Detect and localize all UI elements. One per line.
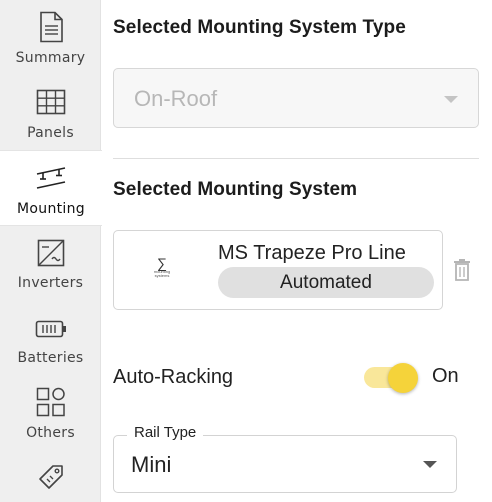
- auto-racking-toggle[interactable]: [362, 363, 418, 393]
- sidebar-item-batteries[interactable]: Batteries: [0, 302, 101, 377]
- sidebar-item-others[interactable]: Others: [0, 377, 101, 452]
- shapes-icon: [36, 387, 65, 417]
- mounting-system-name: MS Trapeze Pro Line: [218, 242, 406, 264]
- mounting-type-value: On-Roof: [134, 86, 218, 111]
- rail-type-value: Mini: [131, 452, 172, 477]
- battery-icon: [35, 320, 66, 338]
- auto-racking-label: Auto-Racking: [113, 366, 234, 388]
- sidebar-item-tag[interactable]: [0, 452, 101, 502]
- sidebar: Summary Panels Mounting Inverters Batter…: [0, 0, 102, 502]
- chevron-down-icon: [423, 461, 437, 468]
- inverter-icon: [37, 239, 64, 267]
- mounting-type-heading: Selected Mounting System Type: [113, 17, 406, 38]
- mounting-system-card[interactable]: ∑ mounting systems MS Trapeze Pro Line Au…: [113, 230, 443, 310]
- mounting-systems-logo: ∑ mounting systems: [153, 255, 171, 278]
- sidebar-item-label: Mounting: [17, 201, 85, 217]
- sidebar-item-label: Inverters: [17, 275, 84, 291]
- grid-panel-icon: [36, 89, 65, 115]
- sidebar-item-label: Panels: [27, 125, 74, 141]
- sidebar-item-mounting[interactable]: Mounting: [0, 150, 102, 226]
- mounting-type-select[interactable]: On-Roof: [113, 68, 479, 128]
- sidebar-item-panels[interactable]: Panels: [0, 75, 101, 150]
- mounting-rail-icon: [36, 167, 66, 189]
- sidebar-item-summary[interactable]: Summary: [0, 0, 101, 75]
- sidebar-item-label: Summary: [15, 50, 86, 66]
- rail-type-select[interactable]: Mini: [113, 435, 457, 493]
- chevron-down-icon: [444, 96, 458, 103]
- sidebar-item-inverters[interactable]: Inverters: [0, 227, 101, 302]
- trash-icon[interactable]: [452, 258, 472, 282]
- automated-badge: Automated: [218, 267, 434, 298]
- sidebar-item-label: Others: [26, 425, 75, 441]
- section-divider: [113, 158, 479, 159]
- tag-icon: [38, 465, 63, 489]
- auto-racking-state: On: [432, 365, 459, 387]
- mounting-system-heading: Selected Mounting System: [113, 179, 358, 200]
- sidebar-item-label: Batteries: [17, 350, 84, 366]
- toggle-knob: [388, 363, 418, 393]
- rail-type-label: Rail Type: [127, 424, 204, 441]
- document-icon: [39, 11, 63, 43]
